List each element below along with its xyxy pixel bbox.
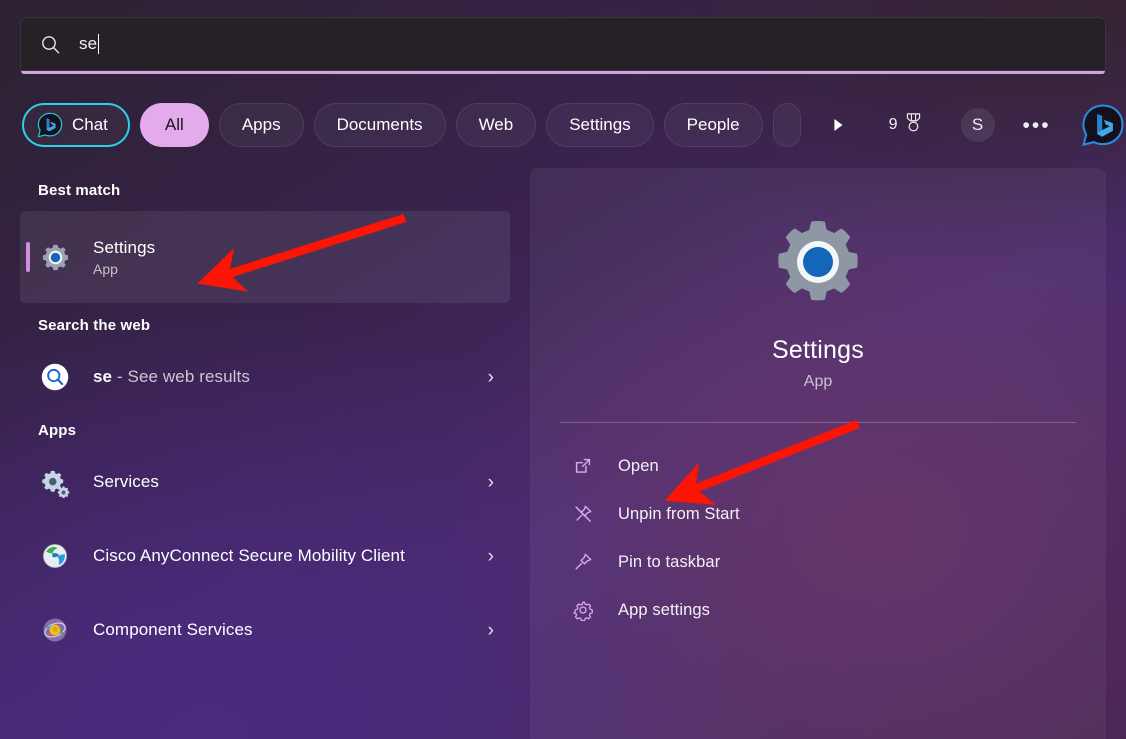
result-item-cisco-anyconnect[interactable]: Cisco AnyConnect Secure Mobility Client …	[20, 513, 510, 599]
search-input[interactable]: se	[20, 17, 1106, 71]
settings-gear-icon	[38, 240, 72, 274]
text-caret	[98, 34, 99, 54]
gear-icon	[570, 597, 596, 623]
ellipsis-icon[interactable]: •••	[1023, 115, 1051, 136]
search-icon	[41, 35, 60, 54]
chevron-right-icon[interactable]: ›	[488, 547, 494, 566]
results-list: Best match Settings App Search the web	[0, 168, 530, 739]
tab-chat[interactable]: Chat	[22, 103, 130, 147]
cisco-anyconnect-icon	[38, 539, 72, 573]
tab-web[interactable]: Web	[456, 103, 537, 147]
action-open-label: Open	[618, 457, 659, 476]
result-item-services[interactable]: Services ›	[20, 451, 510, 513]
result-item-subtitle: App	[93, 261, 510, 277]
tab-documents-label: Documents	[337, 115, 423, 135]
chevron-right-icon[interactable]: ›	[488, 621, 494, 640]
result-item-title: Services	[93, 471, 488, 493]
bing-chat-icon	[37, 112, 63, 138]
rewards-count: 9	[889, 116, 898, 134]
result-item-component-services[interactable]: Component Services ›	[20, 599, 510, 661]
action-app-settings-label: App settings	[618, 601, 710, 620]
tab-people[interactable]: People	[664, 103, 763, 147]
tabs-next-arrow-icon[interactable]	[825, 112, 851, 138]
web-search-query: se	[93, 367, 112, 386]
app-preview-panel: Settings App Open Unp	[530, 168, 1106, 739]
search-focus-underline	[21, 71, 1105, 74]
action-open[interactable]: Open	[570, 442, 1106, 490]
result-item-text-group: Settings App	[93, 237, 510, 276]
filter-tab-bar: Chat All Apps Documents Web Settings Peo…	[22, 101, 1126, 149]
result-item-text-group: Services	[93, 471, 488, 493]
action-app-settings[interactable]: App settings	[570, 586, 1106, 634]
unpin-icon	[570, 501, 596, 527]
avatar[interactable]: S	[961, 108, 995, 142]
tab-apps-label: Apps	[242, 115, 281, 135]
tab-chat-label: Chat	[72, 115, 108, 135]
tab-settings-label: Settings	[569, 115, 630, 135]
result-item-text-group: Cisco AnyConnect Secure Mobility Client	[93, 545, 488, 567]
web-search-icon	[38, 360, 72, 394]
result-item-title: Settings	[93, 237, 510, 259]
section-heading-apps: Apps	[20, 408, 510, 451]
action-pin-label: Pin to taskbar	[618, 553, 720, 572]
result-item-settings[interactable]: Settings App	[20, 211, 510, 303]
avatar-initial: S	[972, 115, 983, 135]
preview-app-subtitle: App	[530, 373, 1106, 391]
chevron-right-icon[interactable]: ›	[488, 473, 494, 492]
services-gears-icon	[38, 465, 72, 499]
tab-all[interactable]: All	[140, 103, 209, 147]
tab-documents[interactable]: Documents	[314, 103, 446, 147]
preview-app-title: Settings	[530, 336, 1106, 365]
preview-actions-list: Open Unpin from Start Pin to taskbar	[530, 442, 1106, 634]
selection-accent-bar	[26, 242, 30, 272]
result-item-title: Component Services	[93, 619, 488, 641]
result-item-text-group: se - See web results	[93, 366, 488, 388]
bing-logo-icon[interactable]	[1081, 103, 1125, 147]
component-services-icon	[38, 613, 72, 647]
pin-icon	[570, 549, 596, 575]
action-unpin-label: Unpin from Start	[618, 505, 740, 524]
chevron-right-icon[interactable]: ›	[488, 368, 494, 387]
result-item-title: Cisco AnyConnect Secure Mobility Client	[93, 545, 488, 567]
tab-overflow-partial[interactable]	[773, 103, 801, 147]
tab-settings[interactable]: Settings	[546, 103, 653, 147]
tab-apps[interactable]: Apps	[219, 103, 304, 147]
search-input-value: se	[79, 34, 97, 54]
action-pin-to-taskbar[interactable]: Pin to taskbar	[570, 538, 1106, 586]
result-item-web-search[interactable]: se - See web results ›	[20, 346, 510, 408]
settings-gear-icon	[770, 214, 866, 310]
rewards-indicator[interactable]: 9	[889, 112, 923, 138]
web-search-suffix: - See web results	[112, 367, 250, 386]
action-unpin-from-start[interactable]: Unpin from Start	[570, 490, 1106, 538]
result-item-text-group: Component Services	[93, 619, 488, 641]
tab-all-label: All	[165, 115, 184, 135]
divider	[560, 422, 1076, 423]
tab-people-label: People	[687, 115, 740, 135]
open-external-icon	[570, 453, 596, 479]
section-heading-best-match: Best match	[20, 168, 510, 211]
search-bar[interactable]: se	[20, 17, 1106, 71]
tab-web-label: Web	[479, 115, 514, 135]
section-heading-search-the-web: Search the web	[20, 303, 510, 346]
medal-icon	[904, 112, 923, 138]
